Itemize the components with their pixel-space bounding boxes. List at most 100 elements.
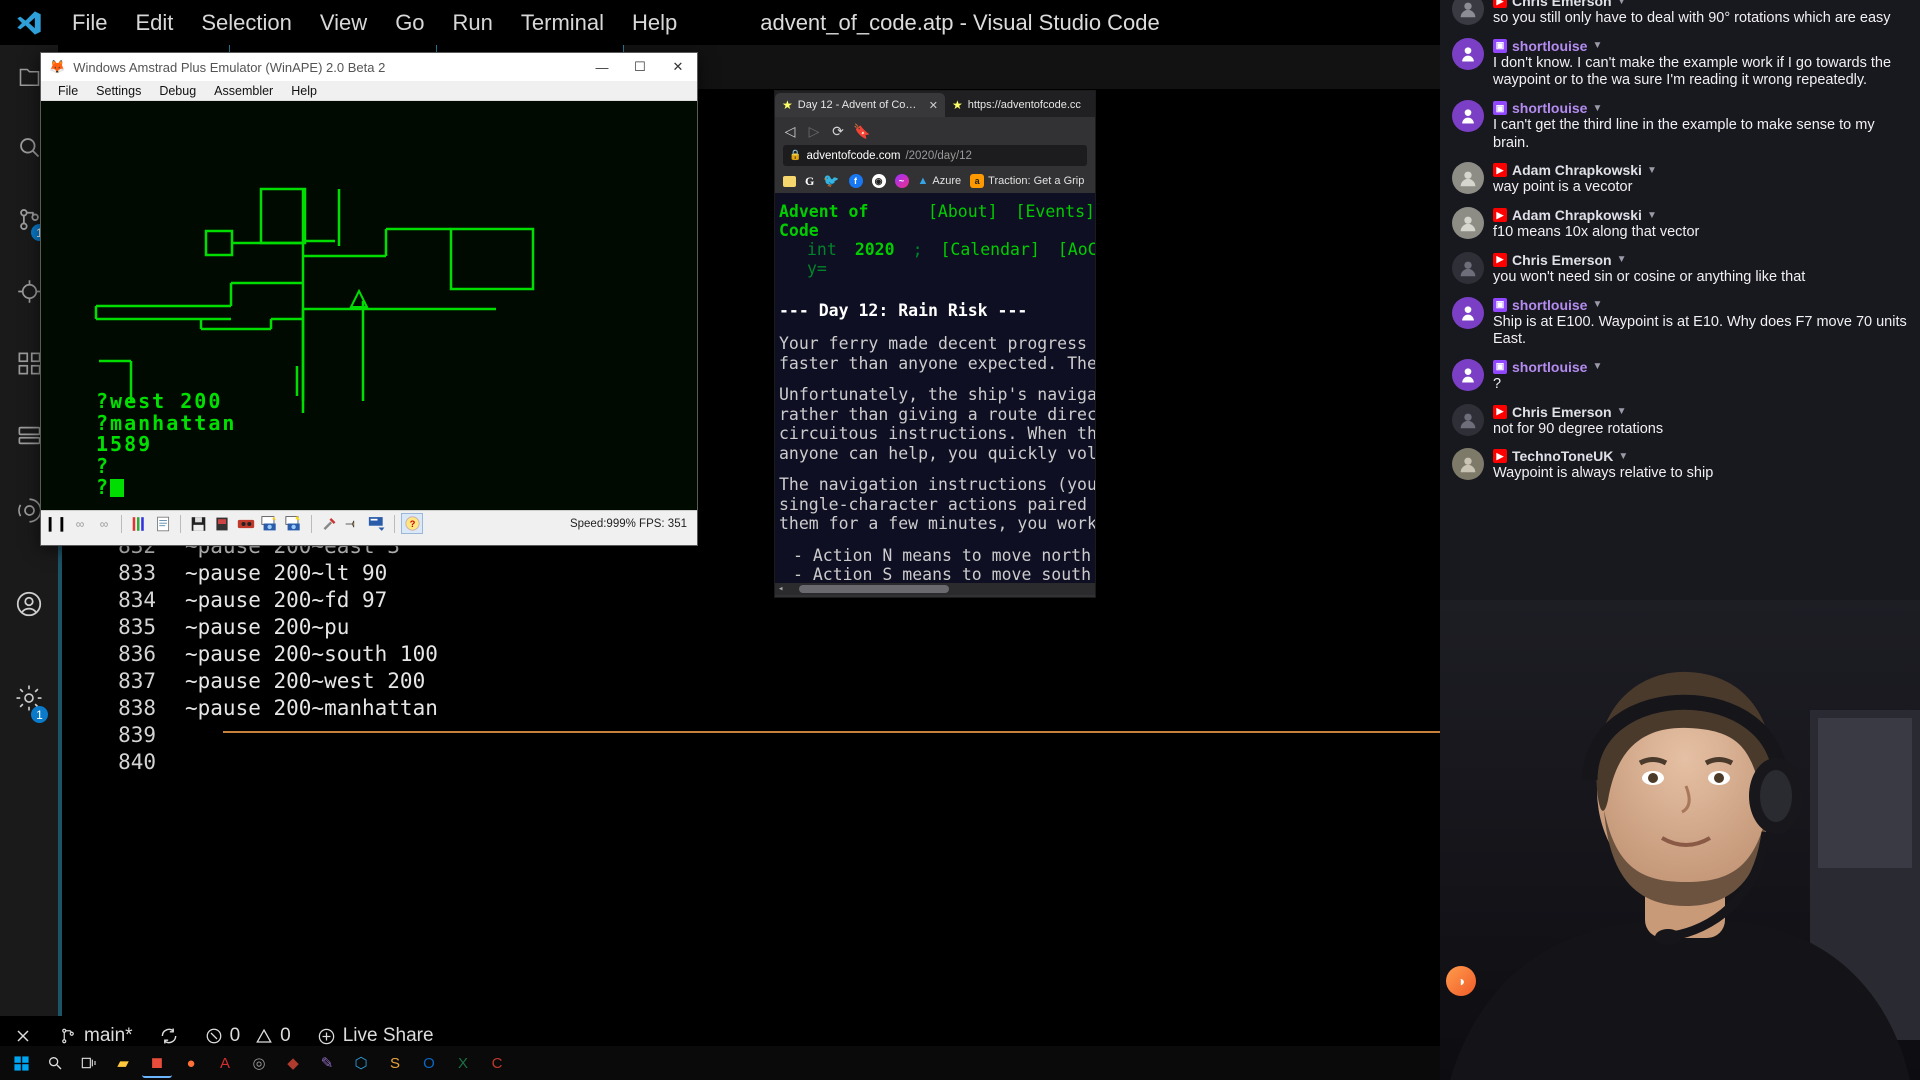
taskbar-app-obs[interactable]: ◎ [244,1048,274,1078]
screen-icon[interactable] [366,513,388,534]
chat-panel[interactable]: ▶ Chris Emerson ▼ so you still only have… [1440,0,1920,604]
address-bar[interactable]: 🔒 adventofcode.com/2020/day/12 [783,145,1087,166]
taskbar-app-chat[interactable]: C [482,1048,512,1078]
horizontal-scrollbar[interactable]: ◂ [775,583,1095,595]
chat-username-row[interactable]: ▶ TechnoToneUK ▼ [1493,448,1910,464]
taskbar-app-paint[interactable]: ✎ [312,1048,342,1078]
pause-icon[interactable]: ❙❙ [44,513,67,534]
winape-toolbar[interactable]: ❙❙ ∞ ∞ ? Speed:999% FPS: 351 [41,510,697,536]
menu-help[interactable]: Help [618,6,691,40]
chevron-down-icon[interactable]: ▼ [1647,165,1657,176]
browser-tab-day12[interactable]: ★ Day 12 - Advent of Code 2020 ✕ [775,93,945,117]
chat-username-row[interactable]: ▶ Adam Chrapkowski ▼ [1493,162,1910,178]
step-icon[interactable]: ∞ [69,513,91,534]
help-icon[interactable]: ? [401,513,423,534]
close-icon[interactable]: ✕ [929,99,938,112]
browser-window[interactable]: ★ Day 12 - Advent of Code 2020 ✕ ★ https… [774,90,1096,598]
scroll-left-arrow[interactable]: ◂ [775,584,783,594]
disassembly-icon[interactable] [152,513,174,534]
reload-icon[interactable]: ⟳ [827,120,849,142]
chat-username[interactable]: Adam Chrapkowski [1512,162,1642,178]
bookmark-icon[interactable]: 🔖 [851,120,873,142]
winape-menu-assembler[interactable]: Assembler [205,84,282,98]
bookmark-messenger[interactable]: ~ [894,174,909,188]
maximize-button[interactable]: ☐ [621,53,659,81]
browser-tab-aoc-link[interactable]: ★ https://adventofcode.cc [945,93,1095,117]
winape-emulator-window[interactable]: 🦊 Windows Amstrad Plus Emulator (WinAPE)… [40,52,698,546]
memory-icon[interactable] [128,513,150,534]
browser-page-content[interactable]: Advent of Code [About] [Events] int y= 20… [775,193,1095,595]
chat-username-row[interactable]: ▶ Chris Emerson ▼ [1493,252,1910,268]
winape-menu-help[interactable]: Help [282,84,326,98]
menu-terminal[interactable]: Terminal [507,6,618,40]
chat-username[interactable]: shortlouise [1512,359,1587,375]
status-branch[interactable]: main* [46,1025,146,1047]
pointer-icon[interactable] [342,513,364,534]
taskbar-app-image-viewer[interactable]: ◆ [278,1048,308,1078]
stream-app-icon[interactable]: ◑ [1446,966,1476,996]
chat-username-row[interactable]: ▣ shortlouise ▼ [1493,297,1910,313]
bookmark-folder[interactable] [783,175,796,187]
chevron-down-icon[interactable]: ▼ [1647,210,1657,221]
snapshot-save-icon[interactable] [259,513,281,534]
bookmark-google[interactable]: G [805,174,814,189]
status-problems[interactable]: 0 0 [192,1025,304,1047]
menu-edit[interactable]: Edit [121,6,187,40]
start-icon[interactable] [6,1048,36,1078]
menu-run[interactable]: Run [439,6,507,40]
snapshot-load-icon[interactable] [283,513,305,534]
winape-menu-file[interactable]: File [49,84,87,98]
winape-menu-debug[interactable]: Debug [150,84,205,98]
scrollbar-thumb[interactable] [799,585,950,593]
chevron-down-icon[interactable]: ▼ [1618,451,1628,462]
vscode-menubar[interactable]: File Edit Selection View Go Run Terminal… [58,6,691,40]
chat-username-row[interactable]: ▶ Adam Chrapkowski ▼ [1493,207,1910,223]
taskbar-app-file-explorer[interactable]: ▰ [108,1048,138,1078]
menu-selection[interactable]: Selection [187,6,306,40]
chat-username[interactable]: TechnoToneUK [1512,448,1613,464]
task-view-icon[interactable] [74,1048,104,1078]
step-over-icon[interactable]: ∞ [93,513,115,534]
status-sync[interactable] [146,1026,192,1046]
aoc-nav-events[interactable]: [Events] [1016,202,1095,222]
tape-icon[interactable] [235,513,257,534]
taskbar-app-vscode[interactable]: ⬡ [346,1048,376,1078]
chevron-down-icon[interactable]: ▼ [1617,406,1627,417]
menu-view[interactable]: View [306,6,381,40]
chevron-down-icon[interactable]: ▼ [1617,0,1627,7]
chat-username-row[interactable]: ▶ Chris Emerson ▼ [1493,0,1910,9]
status-live-share[interactable]: Live Share [304,1025,447,1047]
chat-username[interactable]: shortlouise [1512,297,1587,313]
sidebar-item-accounts[interactable] [0,549,58,659]
taskbar-app-winape[interactable]: ◼ [142,1048,172,1078]
emulator-screen[interactable]: ?west 200 ?manhattan 1589 ? ? [41,101,697,510]
winape-menubar[interactable]: File Settings Debug Assembler Help [41,81,697,101]
aoc-nav-calendar[interactable]: [Calendar] [941,240,1040,260]
bookmark-traction[interactable]: a Traction: Get a Grip [970,174,1084,188]
chat-username-row[interactable]: ▶ Chris Emerson ▼ [1493,404,1910,420]
winape-titlebar[interactable]: 🦊 Windows Amstrad Plus Emulator (WinAPE)… [41,53,697,81]
aoc-nav-aocplus[interactable]: [AoC+ [1058,240,1095,260]
sidebar-item-settings[interactable]: 1 [0,659,58,737]
taskbar-app-excel[interactable]: X [448,1048,478,1078]
chevron-down-icon[interactable]: ▼ [1592,40,1602,51]
chat-username[interactable]: shortlouise [1512,38,1587,54]
taskbar-app-outlook[interactable]: O [414,1048,444,1078]
bookmark-github[interactable]: ◉ [871,174,886,188]
chat-username-row[interactable]: ▣ shortlouise ▼ [1493,100,1910,116]
forward-icon[interactable]: ▷ [803,120,825,142]
taskbar-app-sublime[interactable]: S [380,1048,410,1078]
chevron-down-icon[interactable]: ▼ [1592,299,1602,310]
back-icon[interactable]: ◁ [779,120,801,142]
winape-menu-settings[interactable]: Settings [87,84,150,98]
chat-username[interactable]: Adam Chrapkowski [1512,207,1642,223]
bookmark-azure[interactable]: ▲ Azure [918,175,962,187]
chat-username[interactable]: Chris Emerson [1512,0,1612,9]
chat-username-row[interactable]: ▣ shortlouise ▼ [1493,38,1910,54]
chevron-down-icon[interactable]: ▼ [1592,103,1602,114]
search-icon[interactable] [40,1048,70,1078]
bookmark-twitter[interactable]: 🐦 [823,173,839,189]
taskbar-app-firefox[interactable]: ● [176,1048,206,1078]
load-disk-icon[interactable] [211,513,233,534]
close-button[interactable]: ✕ [659,53,697,81]
